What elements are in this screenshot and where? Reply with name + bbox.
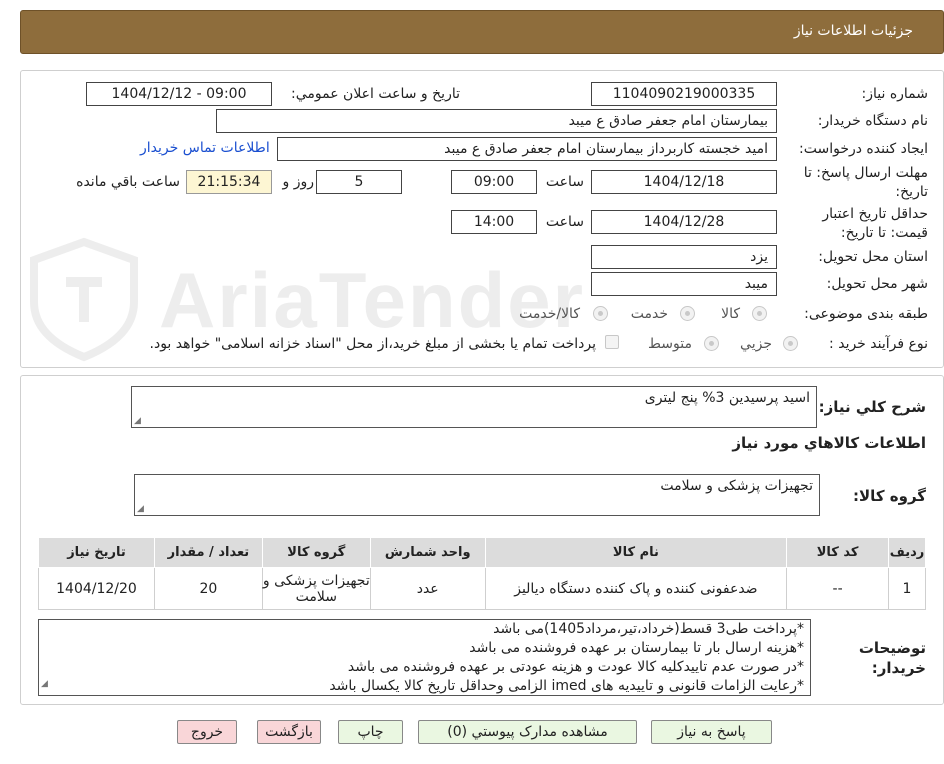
page-header: جزئیات اطلاعات نیاز — [20, 10, 944, 54]
table-row: 1 -- ضدعفونی کننده و پاک کننده دستگاه دی… — [38, 567, 926, 610]
cell-unit: عدد — [369, 567, 486, 610]
goods-group-label: گروه کالا: — [853, 487, 926, 505]
remaining-time-field: 21:15:34 — [186, 170, 272, 194]
col-group-header: گروه کالا — [261, 537, 371, 568]
process-label: نوع فرآیند خرید : — [829, 336, 928, 352]
announce-field: 1404/12/12 - 09:00 — [86, 82, 272, 106]
col-name-header: نام کالا — [484, 537, 788, 568]
city-label: شهر محل تحویل: — [826, 276, 928, 292]
note-line: *هزینه ارسال بار تا بیمارستان بر عهده فر… — [469, 640, 804, 656]
process-minor-radio[interactable] — [783, 336, 798, 351]
note-line: *پرداخت طی3 قسط(خرداد،تیر،مرداد1405)می ب… — [493, 621, 804, 637]
process-minor-label: جزیي — [740, 336, 772, 352]
resize-grip-icon[interactable]: ◢ — [41, 675, 48, 694]
buyer-notes-label: توضیحات خریدار: — [858, 639, 926, 677]
goods-group-value: تجهیزات پزشکی و سلامت — [660, 478, 813, 494]
resize-grip-icon[interactable]: ◢ — [137, 504, 144, 514]
process-medium-label: متوسط — [648, 336, 692, 352]
back-button[interactable]: بازگشت — [257, 720, 321, 744]
category-goods-service-label: کالا/خدمت — [519, 306, 580, 322]
cell-date: 1404/12/20 — [38, 567, 155, 610]
validity-label: حداقل تاریخ اعتبار قیمت: تا تاریخ: — [822, 206, 928, 241]
announce-value: 1404/12/12 - 09:00 — [111, 86, 247, 102]
category-goods-label: کالا — [721, 306, 740, 322]
table-header-row: ردیف کد کالا نام کالا واحد شمارش گروه کا… — [38, 537, 926, 568]
note-line: *در صورت عدم تاییدکلیه کالا عودت و هزینه… — [347, 659, 804, 675]
summary-label: شرح کلي نیاز: — [818, 398, 926, 416]
summary-textarea[interactable]: اسید پرسیدین 3% پنج لیتری ◢ — [131, 386, 817, 428]
goods-group-textarea[interactable]: تجهیزات پزشکی و سلامت ◢ — [134, 474, 820, 516]
exit-button[interactable]: خروج — [177, 720, 237, 744]
cell-code: -- — [786, 567, 890, 610]
cell-group: تجهیزات پزشکی و سلامت — [261, 567, 371, 610]
print-button[interactable]: چاپ — [338, 720, 403, 744]
col-code-header: کد کالا — [786, 537, 890, 568]
buyer-contact-link[interactable]: اطلاعات تماس خریدار — [140, 140, 270, 156]
deadline-date-field: 1404/12/18 — [591, 170, 777, 194]
validity-time-label: ساعت — [545, 214, 584, 230]
province-label: استان محل تحویل: — [818, 249, 928, 265]
treasury-payment-checkbox[interactable] — [605, 335, 619, 349]
category-service-label: خدمت — [630, 306, 668, 322]
process-medium-radio[interactable] — [704, 336, 719, 351]
category-label: طبقه بندی موضوعی: — [804, 306, 928, 322]
cell-row: 1 — [888, 567, 926, 610]
category-service-radio[interactable] — [680, 306, 695, 321]
items-table: ردیف کد کالا نام کالا واحد شمارش گروه کا… — [38, 537, 926, 610]
remaining-label: ساعت باقي مانده — [76, 174, 180, 190]
need-number-label: شماره نیاز: — [861, 86, 929, 102]
buyer-org-label: نام دستگاه خریدار: — [817, 113, 928, 129]
days-field: 5 — [316, 170, 402, 194]
cell-name: ضدعفونی کننده و پاک کننده دستگاه دیالیز — [484, 567, 788, 610]
col-row-header: ردیف — [888, 537, 926, 568]
page-title: جزئیات اطلاعات نیاز — [793, 23, 913, 39]
requester-field: امید خجسته کاربرداز بیمارستان امام جعفر … — [277, 137, 777, 161]
city-field: میبد — [591, 272, 777, 296]
deadline-label: مهلت ارسال پاسخ: تا تاریخ: — [803, 165, 928, 200]
requester-label: ایجاد کننده درخواست: — [799, 141, 928, 157]
attachments-button[interactable]: مشاهده مدارک پیوستي (0) — [418, 720, 637, 744]
note-line: *رعایت الزامات قانونی و تاییدیه های imed… — [329, 678, 804, 694]
buyer-org-field: بیمارستان امام جعفر صادق ع میبد — [216, 109, 777, 133]
deadline-time-field: 09:00 — [451, 170, 537, 194]
need-number-field: 1104090219000335 — [591, 82, 777, 106]
category-goods-radio[interactable] — [752, 306, 767, 321]
validity-time-field: 14:00 — [451, 210, 537, 234]
province-field: یزد — [591, 245, 777, 269]
deadline-time-label: ساعت — [545, 174, 584, 190]
reply-button[interactable]: پاسخ به نیاز — [651, 720, 772, 744]
cell-qty: 20 — [154, 567, 263, 610]
days-label: روز و — [282, 174, 315, 190]
resize-grip-icon[interactable]: ◢ — [134, 416, 141, 426]
payment-note: پرداخت تمام یا بخشی از مبلغ خرید،از محل … — [149, 336, 596, 352]
buyer-notes-textarea[interactable]: *پرداخت طی3 قسط(خرداد،تیر،مرداد1405)می ب… — [38, 619, 811, 696]
summary-value: اسید پرسیدین 3% پنج لیتری — [644, 390, 810, 406]
validity-date-field: 1404/12/28 — [591, 210, 777, 234]
col-unit-header: واحد شمارش — [369, 537, 486, 568]
goods-info-title: اطلاعات کالاهاي مورد نیاز — [732, 434, 926, 452]
col-date-header: تاریخ نیاز — [38, 537, 155, 568]
col-qty-header: تعداد / مقدار — [154, 537, 263, 568]
announce-label: تاریخ و ساعت اعلان عمومي: — [291, 86, 460, 102]
category-goods-service-radio[interactable] — [593, 306, 608, 321]
